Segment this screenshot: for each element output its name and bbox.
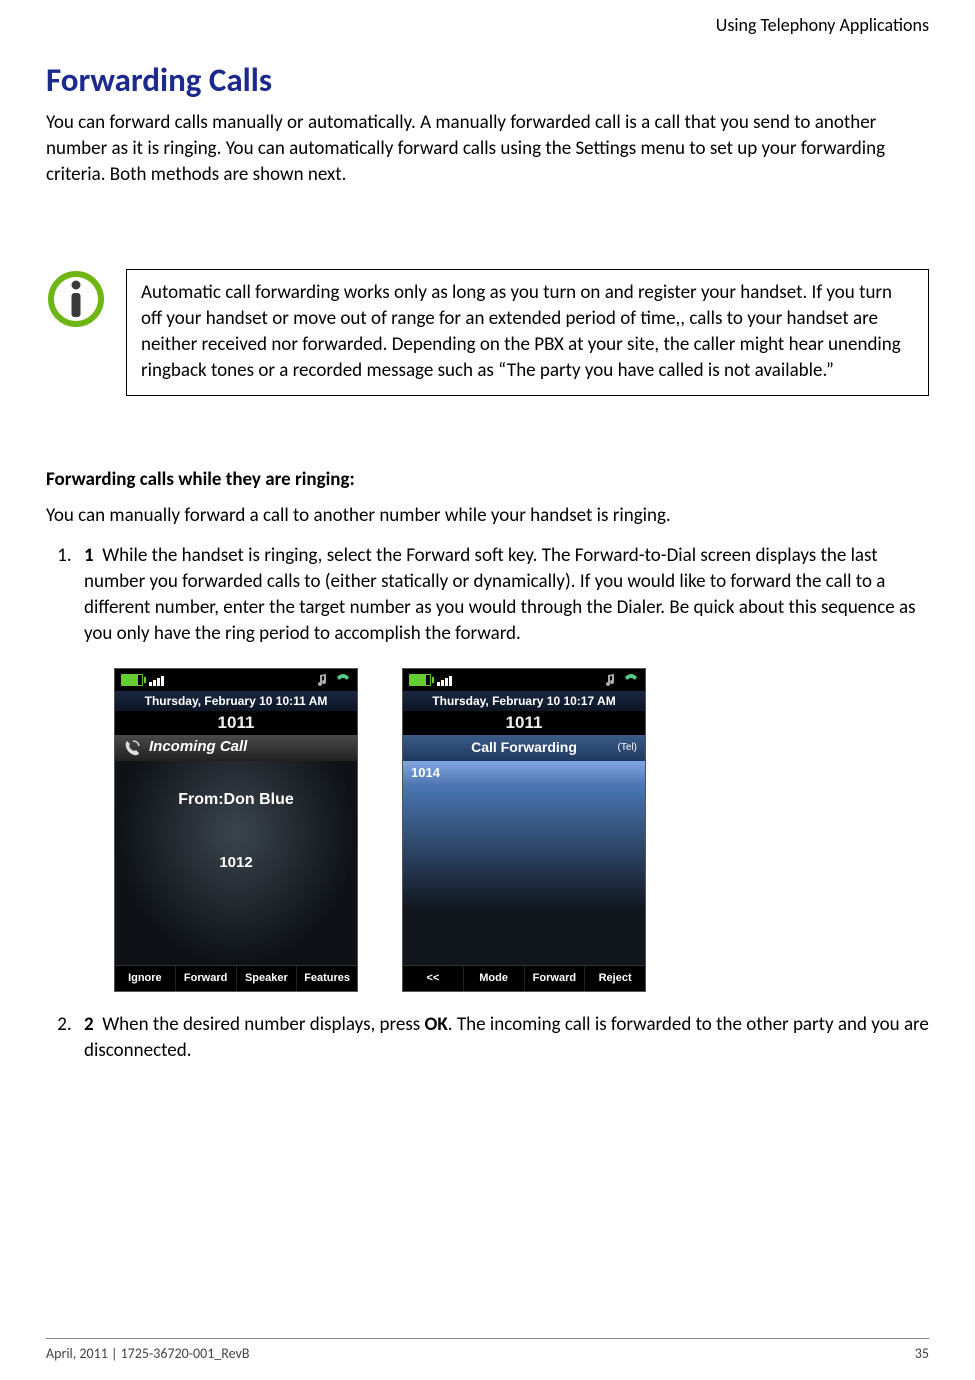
screenshot-incoming-call: Thursday, February 10 10:11 AM 1011 Inco…	[114, 668, 358, 992]
step-1-number: 1	[84, 544, 94, 567]
battery-icon	[409, 674, 431, 686]
phone2-call-status: Call Forwarding (Tel)	[403, 735, 645, 761]
phone1-datebar: Thursday, February 10 10:11 AM	[115, 691, 357, 711]
phone2-datebar: Thursday, February 10 10:17 AM	[403, 691, 645, 711]
note-icon	[605, 673, 617, 687]
softkey-ignore[interactable]: Ignore	[115, 966, 176, 991]
phone1-call-status: Incoming Call	[115, 735, 357, 761]
step-2-number: 2	[84, 1013, 94, 1036]
phone-ring-icon	[123, 739, 141, 757]
handset-icon	[335, 673, 351, 687]
step-2: 2 When the desired number displays, pres…	[76, 1012, 929, 1064]
handset-icon	[623, 673, 639, 687]
softkey-speaker[interactable]: Speaker	[237, 966, 298, 991]
phone2-extension: 1011	[403, 711, 645, 735]
softkey-forward[interactable]: Forward	[176, 966, 237, 991]
note-icon	[317, 673, 329, 687]
phone1-softkeys: Ignore Forward Speaker Features	[115, 965, 357, 991]
phone1-from-number: 1012	[115, 853, 357, 874]
note-text: Automatic call forwarding works only as …	[126, 269, 929, 396]
step-2-text-a: When the desired number displays, press	[102, 1013, 424, 1036]
softkey-mode[interactable]: Mode	[464, 966, 525, 991]
softkey-back[interactable]: <<	[403, 966, 464, 991]
signal-icon	[437, 674, 452, 686]
intro-paragraph: You can forward calls manually or automa…	[46, 110, 929, 189]
screenshot-call-forwarding: Thursday, February 10 10:17 AM 1011 Call…	[402, 668, 646, 992]
page-title: Forwarding Calls	[46, 60, 929, 100]
step-1: 1 While the handset is ringing, select t…	[76, 543, 929, 992]
phone2-tel-label: (Tel)	[618, 741, 637, 755]
softkey-features[interactable]: Features	[297, 966, 357, 991]
softkey-reject[interactable]: Reject	[585, 966, 645, 991]
subheading: Forwarding calls while they are ringing:	[46, 468, 929, 491]
softkey-forward[interactable]: Forward	[525, 966, 586, 991]
header-section: Using Telephony Applications	[716, 14, 929, 36]
phone1-from: From:Don Blue	[115, 789, 357, 811]
sub-intro: You can manually forward a call to anoth…	[46, 503, 929, 529]
step-1-text: While the handset is ringing, select the…	[84, 544, 916, 646]
phone2-softkeys: << Mode Forward Reject	[403, 965, 645, 991]
phone1-extension: 1011	[115, 711, 357, 735]
footer-left: April, 2011 | 1725-36720-001_RevB	[46, 1345, 249, 1362]
signal-icon	[149, 674, 164, 686]
battery-icon	[121, 674, 143, 686]
phone2-entry: 1014	[403, 761, 645, 785]
footer-page-number: 35	[915, 1345, 929, 1362]
step-2-text-b: OK	[425, 1013, 448, 1036]
info-icon	[46, 269, 106, 329]
note-callout: Automatic call forwarding works only as …	[46, 269, 929, 396]
